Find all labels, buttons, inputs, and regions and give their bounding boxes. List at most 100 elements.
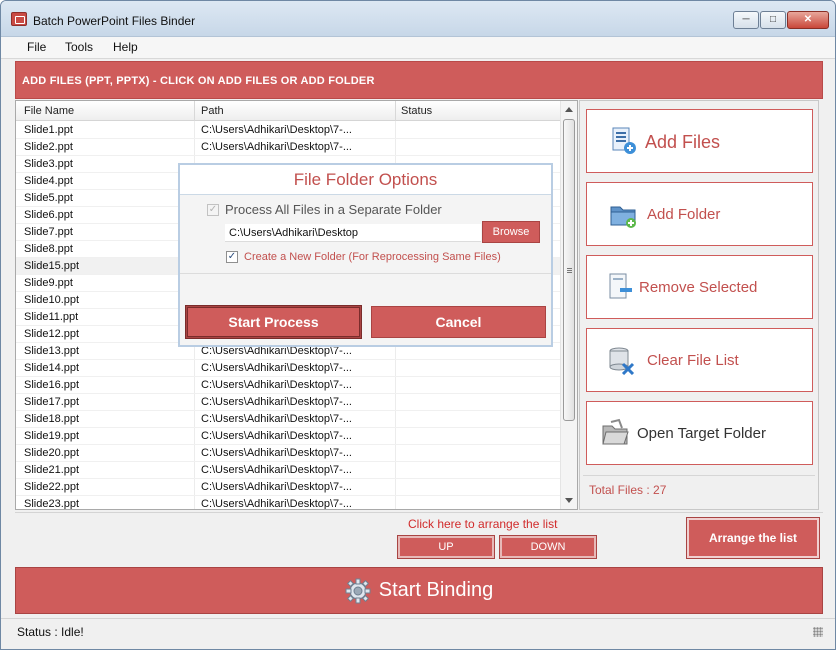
menu-file[interactable]: File (27, 40, 46, 54)
file-name-cell: Slide16.ppt (24, 379, 80, 391)
file-path-cell: C:\Users\Adhikari\Desktop\7-... (201, 379, 352, 391)
file-name-cell: Slide3.ppt (24, 158, 73, 170)
start-process-button[interactable]: Start Process (185, 305, 362, 339)
move-down-button[interactable]: DOWN (499, 535, 597, 559)
file-name-cell: Slide14.ppt (24, 362, 80, 374)
clear-file-list-button[interactable]: Clear File List (586, 328, 813, 392)
clear-list-icon (609, 347, 635, 375)
dialog-title: File Folder Options (293, 170, 438, 189)
file-name-cell: Slide17.ppt (24, 396, 80, 408)
file-name-cell: Slide7.ppt (24, 226, 73, 238)
table-row[interactable]: Slide21.ppt C:\Users\Adhikari\Desktop\7-.… (16, 462, 562, 479)
menu-help[interactable]: Help (113, 40, 138, 54)
instruction-banner: ADD FILES (PPT, PPTX) - CLICK ON ADD FIL… (15, 61, 823, 99)
column-file-name[interactable]: File Name (24, 105, 74, 117)
scroll-down-icon[interactable] (565, 498, 573, 503)
start-binding-label: Start Binding (378, 579, 494, 601)
status-bar: Status : Idle! (1, 618, 835, 642)
table-row[interactable]: Slide2.ppt C:\Users\Adhikari\Desktop\7-..… (16, 139, 562, 156)
instruction-text: ADD FILES (PPT, PPTX) - CLICK ON ADD FIL… (22, 75, 375, 87)
file-path-cell: C:\Users\Adhikari\Desktop\7-... (201, 498, 352, 510)
minimize-button[interactable]: ─ (733, 11, 759, 29)
file-name-cell: Slide2.ppt (24, 141, 73, 153)
open-folder-icon (602, 418, 629, 445)
menu-bar: File Tools Help (1, 37, 835, 59)
divider (583, 475, 815, 476)
file-name-cell: Slide6.ppt (24, 209, 73, 221)
file-name-cell: Slide23.ppt (24, 498, 80, 510)
column-divider[interactable] (395, 101, 396, 121)
file-path-cell: C:\Users\Adhikari\Desktop\7-... (201, 464, 352, 476)
file-name-cell: Slide5.ppt (24, 192, 73, 204)
remove-selected-button[interactable]: Remove Selected (586, 255, 813, 319)
file-name-cell: Slide20.ppt (24, 447, 80, 459)
file-name-cell: Slide15.ppt (24, 260, 80, 272)
gear-icon (345, 578, 371, 603)
table-row[interactable]: Slide20.ppt C:\Users\Adhikari\Desktop\7-.… (16, 445, 562, 462)
column-status[interactable]: Status (401, 105, 432, 117)
add-folder-icon (610, 206, 636, 228)
add-files-label: Add Files (645, 132, 721, 152)
separate-folder-label: Process All Files in a Separate Folder (225, 202, 442, 217)
menu-tools[interactable]: Tools (65, 40, 93, 54)
cancel-button[interactable]: Cancel (371, 306, 546, 338)
column-divider[interactable] (194, 101, 195, 121)
file-name-cell: Slide13.ppt (24, 345, 80, 357)
action-panel: Add Files Add Folder Remove Selected Cle… (579, 100, 819, 510)
add-files-icon (612, 127, 636, 154)
file-name-cell: Slide1.ppt (24, 124, 73, 136)
file-name-cell: Slide12.ppt (24, 328, 80, 340)
total-files-count: Total Files : 27 (589, 483, 667, 497)
target-path-field[interactable]: C:\Users\Adhikari\Desktop (225, 224, 481, 242)
open-target-folder-label: Open Target Folder (637, 425, 766, 442)
open-target-folder-button[interactable]: Open Target Folder (586, 401, 813, 465)
status-text: Status : Idle! (17, 625, 84, 639)
move-up-button[interactable]: UP (397, 535, 495, 559)
table-row[interactable]: Slide14.ppt C:\Users\Adhikari\Desktop\7-.… (16, 360, 562, 377)
file-path-cell: C:\Users\Adhikari\Desktop\7-... (201, 124, 352, 136)
title-bar[interactable]: Batch PowerPoint Files Binder ─ □ ✕ (1, 1, 835, 37)
table-row[interactable]: Slide18.ppt C:\Users\Adhikari\Desktop\7-.… (16, 411, 562, 428)
browse-button[interactable]: Browse (482, 221, 540, 243)
dialog-divider (180, 273, 551, 274)
table-row[interactable]: Slide1.ppt C:\Users\Adhikari\Desktop\7-..… (16, 122, 562, 139)
file-folder-options-dialog: File Folder Options ✓ Process All Files … (178, 163, 553, 347)
file-path-cell: C:\Users\Adhikari\Desktop\7-... (201, 430, 352, 442)
file-path-cell: C:\Users\Adhikari\Desktop\7-... (201, 413, 352, 425)
maximize-button[interactable]: □ (760, 11, 786, 29)
file-path-cell: C:\Users\Adhikari\Desktop\7-... (201, 481, 352, 493)
table-row[interactable]: Slide23.ppt C:\Users\Adhikari\Desktop\7-.… (16, 496, 562, 510)
table-row[interactable]: Slide22.ppt C:\Users\Adhikari\Desktop\7-.… (16, 479, 562, 496)
file-path-cell: C:\Users\Adhikari\Desktop\7-... (201, 447, 352, 459)
file-name-cell: Slide11.ppt (24, 311, 79, 323)
close-button[interactable]: ✕ (787, 11, 829, 29)
remove-selected-label: Remove Selected (639, 279, 758, 296)
start-binding-button[interactable]: Start Binding (15, 567, 823, 614)
table-row[interactable]: Slide19.ppt C:\Users\Adhikari\Desktop\7-.… (16, 428, 562, 445)
add-folder-label: Add Folder (647, 206, 721, 223)
scroll-up-icon[interactable] (565, 107, 573, 112)
scroll-thumb[interactable] (563, 119, 575, 421)
start-binding-content: Start Binding (16, 568, 822, 613)
resize-grip-icon[interactable] (813, 627, 823, 637)
vertical-scrollbar[interactable] (560, 101, 577, 509)
separate-folder-checkbox[interactable]: ✓ (207, 204, 219, 216)
add-files-button[interactable]: Add Files (586, 109, 813, 173)
new-folder-checkbox[interactable]: ✓ (226, 251, 238, 263)
file-path-cell: C:\Users\Adhikari\Desktop\7-... (201, 141, 352, 153)
table-row[interactable]: Slide16.ppt C:\Users\Adhikari\Desktop\7-.… (16, 377, 562, 394)
file-name-cell: Slide9.ppt (24, 277, 73, 289)
file-name-cell: Slide8.ppt (24, 243, 73, 255)
arrange-list-button[interactable]: Arrange the list (686, 517, 820, 559)
arrange-area: Click here to arrange the list UP DOWN A… (15, 512, 823, 563)
arrange-hint-text: Click here to arrange the list (408, 517, 558, 531)
file-name-cell: Slide19.ppt (24, 430, 80, 442)
remove-file-icon (609, 273, 632, 299)
file-path-cell: C:\Users\Adhikari\Desktop\7-... (201, 396, 352, 408)
add-folder-button[interactable]: Add Folder (586, 182, 813, 246)
table-row[interactable]: Slide17.ppt C:\Users\Adhikari\Desktop\7-.… (16, 394, 562, 411)
column-path[interactable]: Path (201, 105, 224, 117)
file-name-cell: Slide18.ppt (24, 413, 80, 425)
dialog-title-bar: File Folder Options (180, 165, 551, 195)
file-path-cell: C:\Users\Adhikari\Desktop\7-... (201, 362, 352, 374)
